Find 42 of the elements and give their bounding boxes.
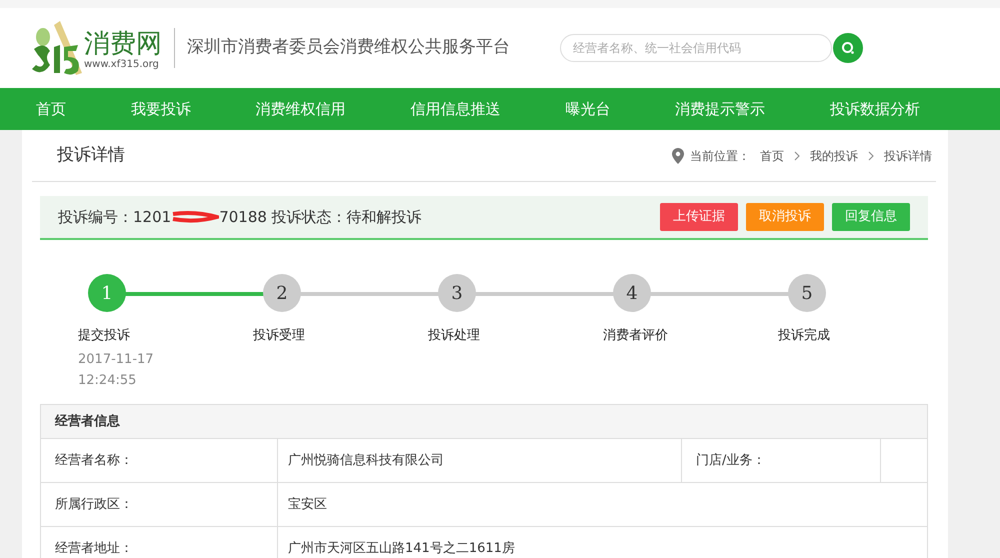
nav-link[interactable]: 我要投诉	[130, 98, 191, 120]
chevron-icon	[868, 150, 874, 160]
complaint-status: 70188 投诉状态：待和解投诉	[219, 206, 422, 228]
step-date: 2017-11-17	[78, 350, 155, 368]
step-label: 投诉完成	[778, 327, 831, 345]
logo-url: www.xf315.org	[84, 59, 160, 71]
nav-link[interactable]: 消费维权信用	[256, 98, 346, 120]
step-label: 投诉受理	[253, 327, 306, 345]
table-header: 经营者信息	[41, 405, 927, 439]
step-label: 提交投诉	[78, 327, 131, 345]
nav-link[interactable]: 投诉数据分析	[830, 98, 920, 120]
breadcrumb-label: 当前位置：	[690, 148, 750, 164]
nav-link[interactable]: 信用信息推送	[410, 98, 500, 120]
breadcrumb-link[interactable]: 我的投诉	[810, 146, 858, 164]
breadcrumb-link[interactable]: 首页	[760, 146, 784, 164]
table-cell-text: 广州悦骑信息科技有限公司	[287, 452, 445, 470]
search-field[interactable]: 经营者名称、统一社会信用代码	[560, 34, 832, 62]
step-label: 投诉处理	[428, 327, 481, 345]
table-cell-text: 宝安区	[287, 496, 328, 514]
table-cell: 经营者名称：	[41, 439, 278, 482]
nav-link[interactable]: 消费提示警示	[675, 98, 766, 120]
table-cell: 经营者地址：	[41, 527, 278, 558]
location-pin-icon	[672, 148, 684, 164]
nav-link[interactable]: 曝光台	[565, 98, 610, 120]
table-cell: 门店/业务：	[681, 439, 881, 482]
chevron-icon	[794, 150, 800, 160]
page-title: 投诉详情	[57, 144, 125, 167]
breadcrumb-link[interactable]: 投诉详情	[884, 146, 932, 164]
action-button[interactable]: 回复信息	[832, 203, 910, 231]
search-icon	[841, 41, 855, 55]
logo-text: 消费网	[84, 29, 162, 59]
table-cell-text: 广州市天河区五山路141号之二1611房	[287, 540, 516, 558]
redaction-scribble	[171, 211, 220, 223]
step-time: 12:24:55	[78, 372, 138, 390]
platform-title: 深圳市消费者委员会消费维权公共服务平台	[187, 36, 510, 60]
step-label: 消费者评价	[603, 327, 669, 345]
nav-link[interactable]: 首页	[36, 98, 66, 120]
action-button[interactable]: 取消投诉	[746, 203, 824, 231]
action-button[interactable]: 上传证据	[660, 203, 738, 231]
table-cell: 所属行政区：	[41, 483, 278, 526]
search-button[interactable]	[833, 33, 863, 63]
complaint-number: 投诉编号：1201	[58, 206, 172, 228]
